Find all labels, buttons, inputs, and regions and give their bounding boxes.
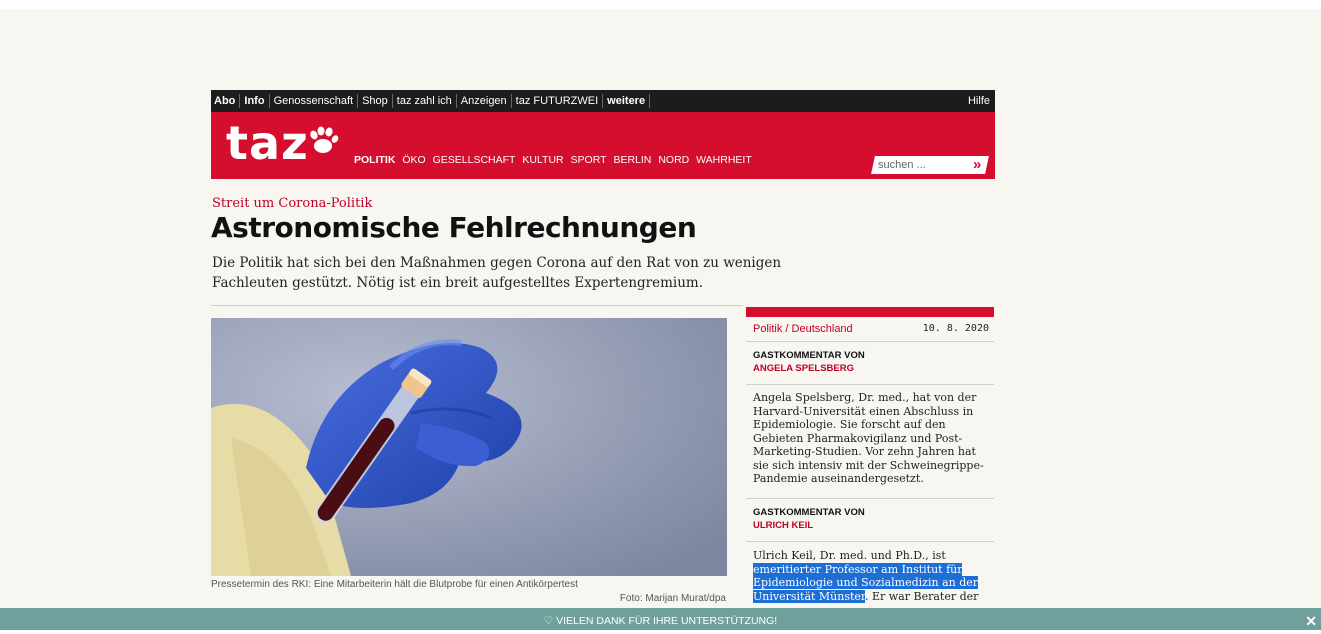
site-header: taz POLITIK ÖKO GESELLSCHAFT KULTUR SPOR… (211, 112, 995, 179)
author-block-2: Gastkommentar von Ulrich Keil (746, 499, 994, 542)
topbar-link-genossenschaft[interactable]: Genossenschaft (270, 94, 359, 109)
search-box: » (871, 156, 989, 174)
topbar-link-taz-zahl-ich[interactable]: taz zahl ich (393, 94, 457, 109)
author-block-1: Gastkommentar von Angela Spelsberg (746, 342, 994, 385)
paw-logo-icon (310, 126, 339, 153)
author-name-spelsberg[interactable]: Angela Spelsberg (753, 363, 854, 374)
nav-item-sport[interactable]: SPORT (571, 154, 607, 166)
article-kicker: Streit um Corona-Politik (212, 196, 373, 211)
article-lead: Die Politik hat sich bei den Maßnahmen g… (212, 255, 782, 291)
photo-credit: Foto: Marijan Murat/dpa (619, 593, 726, 604)
breadcrumb-politik[interactable]: Politik (753, 323, 782, 335)
author-bio-keil: Ulrich Keil, Dr. med. und Ph.D., ist eme… (753, 549, 989, 603)
bio-text: . Er war Berater der (864, 589, 979, 603)
support-banner[interactable]: ♡ Vielen Dank für Ihre Unterstützung! ✕ (0, 608, 1321, 630)
service-bar: Abo Info Genossenschaft Shop taz zahl ich Anz… (211, 90, 995, 112)
topbar-link-abo[interactable]: Abo (211, 94, 241, 109)
topbar-link-shop[interactable]: Shop (358, 94, 393, 109)
nav-item-nord[interactable]: NORD (658, 154, 689, 166)
help-link[interactable]: Hilfe (968, 90, 990, 112)
nav-item-kultur[interactable]: KULTUR (522, 154, 563, 166)
gloved-hand-test-tube-image (211, 318, 727, 576)
search-input[interactable] (878, 156, 956, 174)
main-nav: POLITIK ÖKO GESELLSCHAFT KULTUR SPORT BE… (354, 154, 756, 166)
topbar-link-anzeigen[interactable]: Anzeigen (457, 94, 512, 109)
article-date: 10. 8. 2020 (922, 323, 989, 334)
author-label: Gastkommentar von (753, 507, 865, 518)
sidebar-accent-bar (746, 307, 994, 317)
photo-caption: Pressetermin des RKI: Eine Mitarbeiterin… (211, 579, 578, 590)
article-photo[interactable] (211, 318, 727, 576)
taz-logo[interactable]: taz (226, 115, 309, 171)
topbar-link-weitere[interactable]: weitere (603, 94, 651, 109)
author-bio-spelsberg: Angela Spelsberg, Dr. med., hat von der … (753, 391, 984, 485)
author-name-keil[interactable]: Ulrich Keil (753, 520, 813, 531)
topbar-link-info[interactable]: Info (240, 94, 270, 109)
nav-item-gesellschaft[interactable]: GESELLSCHAFT (433, 154, 516, 166)
article-meta: Politik / Deutschland 10. 8. 2020 (746, 317, 994, 342)
nav-item-wahrheit[interactable]: WAHRHEIT (696, 154, 752, 166)
close-icon[interactable]: ✕ (1305, 608, 1317, 634)
article-headline: Astronomische Fehlrechnungen (211, 211, 697, 244)
nav-item-oeko[interactable]: ÖKO (402, 154, 425, 166)
nav-item-politik[interactable]: POLITIK (354, 154, 395, 166)
divider (211, 305, 743, 306)
breadcrumb-deutschland[interactable]: Deutschland (792, 323, 853, 335)
support-banner-text: ♡ Vielen Dank für Ihre Unterstützung! (543, 615, 778, 627)
bio-text: Ulrich Keil, Dr. med. und Ph.D., ist (753, 549, 946, 562)
search-submit-icon[interactable]: » (973, 156, 981, 174)
nav-item-berlin[interactable]: BERLIN (613, 154, 651, 166)
author-label: Gastkommentar von (753, 350, 865, 361)
breadcrumb: Politik / Deutschland (753, 323, 853, 335)
topbar-link-futurzwei[interactable]: taz FUTURZWEI (512, 94, 604, 109)
